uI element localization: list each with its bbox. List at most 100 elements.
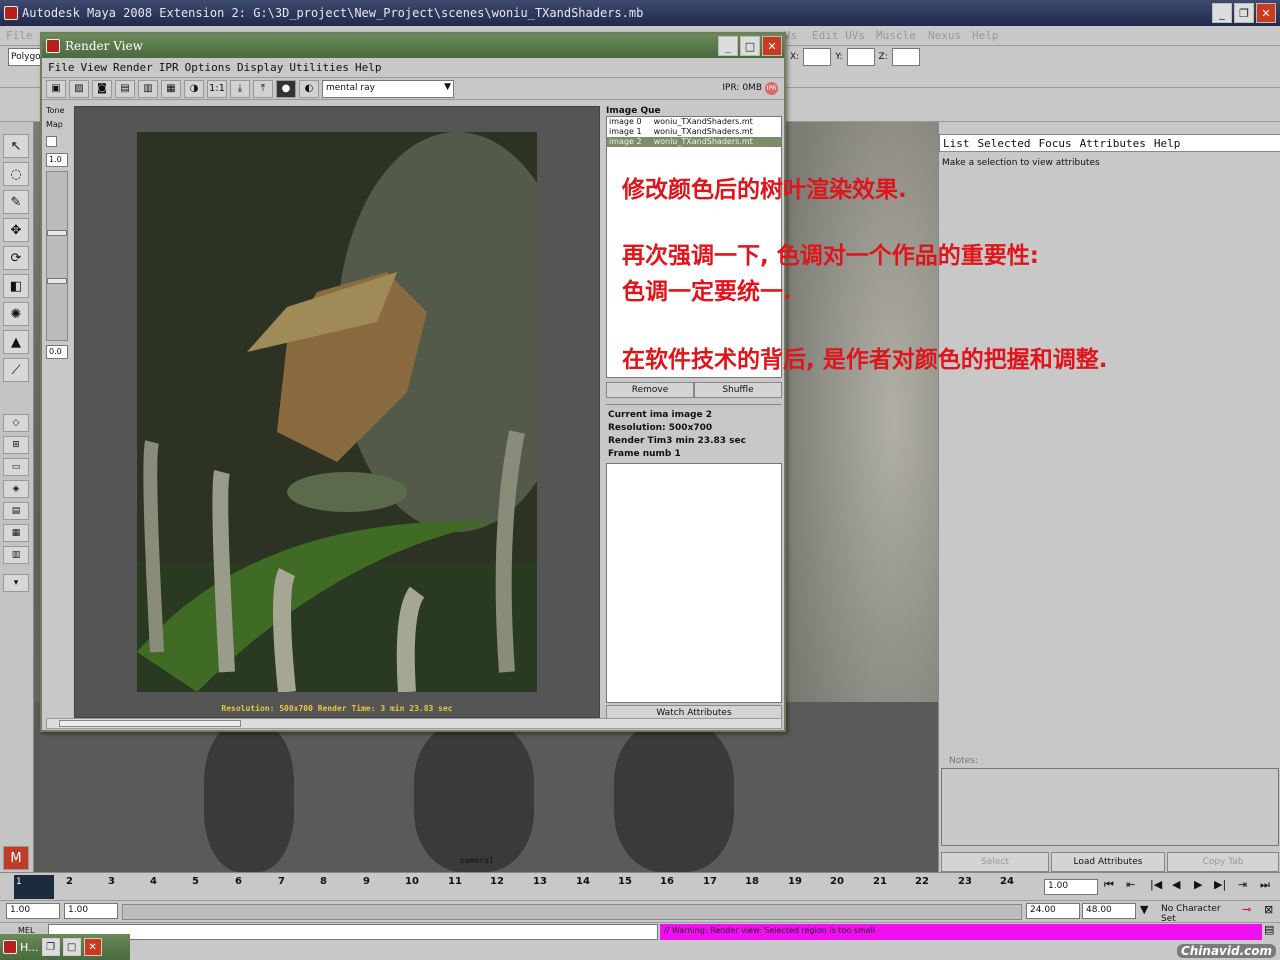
x-field[interactable] [803,48,832,66]
ae-menu-list[interactable]: List [943,137,970,150]
select-button[interactable]: Select [941,852,1049,872]
image-notes-field[interactable] [606,463,782,703]
remove-image-icon[interactable]: ⤒ [253,79,273,98]
renderer-select[interactable]: mental ray ▼ [322,79,454,98]
layout-hypershade-icon[interactable]: ▦ [3,524,29,542]
close-button[interactable]: ✕ [1256,3,1276,23]
color-channel-icon[interactable]: ◑ [184,79,204,98]
menu-edit-uvs[interactable]: Edit UVs [812,29,865,42]
rv-menu-options[interactable]: Options [185,61,231,74]
render-view-title-bar[interactable]: Render View _ □ ✕ [42,34,784,58]
script-editor-icon[interactable]: ▤ [1264,923,1274,936]
layout-persp-outliner-icon[interactable]: ◈ [3,480,29,498]
tone-map-slider[interactable] [46,171,68,341]
start-time-field[interactable]: 1.00 [6,903,60,919]
notes-field[interactable] [941,768,1279,846]
list-item[interactable]: image 2 woniu_TXandShaders.mt [607,137,781,147]
playback-start-field[interactable]: 1.00 [64,903,118,919]
layout-four-icon[interactable]: ⊞ [3,436,29,454]
step-forward-frame-icon[interactable]: ▶| [1214,878,1226,891]
copy-tab-button[interactable]: Copy Tab [1167,852,1279,872]
rv-menu-display[interactable]: Display [237,61,283,74]
chevron-down-icon[interactable]: ▼ [1140,903,1148,916]
current-frame-marker[interactable]: 1 [14,875,54,899]
minimize-button[interactable]: _ [1212,3,1232,23]
current-time-field[interactable]: 1.00 [1044,879,1098,895]
shuffle-button[interactable]: Shuffle [694,382,782,398]
z-field[interactable] [891,48,920,66]
display-channels-icon[interactable]: ▦ [161,79,181,98]
character-set-select[interactable]: No Character Set [1158,903,1238,924]
scrollbar-thumb[interactable] [59,720,241,727]
command-input[interactable] [48,924,658,940]
step-forward-key-icon[interactable]: ⇥ [1238,878,1247,891]
menu-help[interactable]: Help [972,29,999,42]
rv-maximize-button[interactable]: □ [740,36,760,56]
render-horizontal-scrollbar[interactable] [46,718,782,729]
play-backwards-icon[interactable]: ◀ [1172,878,1180,891]
lasso-tool-icon[interactable]: ◌ [3,162,29,186]
load-attributes-button[interactable]: Load Attributes [1051,852,1165,872]
last-tool-icon[interactable]: ⟋ [3,358,29,382]
mode-selector[interactable]: Polygo [8,48,44,66]
step-back-key-icon[interactable]: ⇤ [1126,878,1135,891]
remove-button[interactable]: Remove [606,382,694,398]
taskbar-item[interactable]: H... ❐ □ ✕ [0,934,130,960]
anim-prefs-icon[interactable]: ⊠ [1264,903,1273,916]
list-item[interactable]: image 0 woniu_TXandShaders.mt [607,117,781,127]
maximize-button[interactable]: ❐ [1234,3,1254,23]
rv-menu-utilities[interactable]: Utilities [289,61,349,74]
layout-graph-icon[interactable]: ▤ [3,502,29,520]
taskbar-close-button[interactable]: ✕ [83,938,102,956]
ae-menu-selected[interactable]: Selected [978,137,1031,150]
time-slider[interactable]: 1 2 3 4 5 6 7 8 9 10 11 12 13 14 15 16 1… [0,872,1280,900]
menu-nexus[interactable]: Nexus [928,29,961,42]
go-to-end-icon[interactable]: ⏭ [1260,878,1270,892]
rotate-tool-icon[interactable]: ⟳ [3,246,29,270]
rv-menu-ipr[interactable]: IPR [159,61,179,74]
menu-file[interactable]: File [6,29,33,42]
record-icon[interactable]: ● [276,79,296,98]
rv-minimize-button[interactable]: _ [718,36,738,56]
soft-mod-tool-icon[interactable]: ▲ [3,330,29,354]
range-bar[interactable] [122,904,1022,920]
ae-menu-attributes[interactable]: Attributes [1080,137,1146,150]
step-back-frame-icon[interactable]: |◀ [1150,878,1162,891]
layout-single-icon[interactable]: ◇ [3,414,29,432]
tone-map-checkbox[interactable] [46,136,57,147]
tone-map-max-field[interactable]: 1.0 [46,153,68,167]
real-size-button[interactable]: 1:1 [207,79,227,98]
tone-map-min-field[interactable]: 0.0 [46,345,68,359]
keep-image-icon[interactable]: ⤓ [230,79,250,98]
auto-key-icon[interactable]: ⊸ [1242,903,1251,916]
snapshot-icon[interactable]: ◙ [92,79,112,98]
render-region-icon[interactable]: ▨ [69,79,89,98]
taskbar-restore-button[interactable]: ❐ [41,938,60,956]
y-field[interactable] [846,48,875,66]
ae-menu-focus[interactable]: Focus [1038,137,1071,150]
redo-render-icon[interactable]: ▣ [46,79,66,98]
layout-menu-icon[interactable]: ▾ [3,574,29,592]
playback-end-field[interactable]: 24.00 [1026,903,1080,919]
layout-outliner-icon[interactable]: ▥ [3,546,29,564]
rv-menu-view[interactable]: View [81,61,108,74]
move-tool-icon[interactable]: ✥ [3,218,29,242]
layout-side-icon[interactable]: ▭ [3,458,29,476]
render-canvas[interactable]: Resolution: 500x700 Render Time: 3 min 2… [74,106,600,718]
scale-tool-icon[interactable]: ◧ [3,274,29,298]
ae-menu-help[interactable]: Help [1154,137,1181,150]
list-item[interactable]: image 1 woniu_TXandShaders.mt [607,127,781,137]
rv-close-button[interactable]: ✕ [762,36,782,56]
ipr-render-icon[interactable]: ▤ [115,79,135,98]
manipulator-tool-icon[interactable]: ✺ [3,302,29,326]
play-forwards-icon[interactable]: ▶ [1194,878,1202,891]
tone-map-min-handle[interactable] [47,278,67,284]
rv-menu-file[interactable]: File [48,61,75,74]
menu-muscle[interactable]: Muscle [876,29,916,42]
select-tool-icon[interactable]: ↖ [3,134,29,158]
rv-menu-render[interactable]: Render [113,61,153,74]
go-to-start-icon[interactable]: ⏮ [1104,878,1114,892]
paint-tool-icon[interactable]: ✎ [3,190,29,214]
tone-map-max-handle[interactable] [47,230,67,236]
end-time-field[interactable]: 48.00 [1082,903,1136,919]
